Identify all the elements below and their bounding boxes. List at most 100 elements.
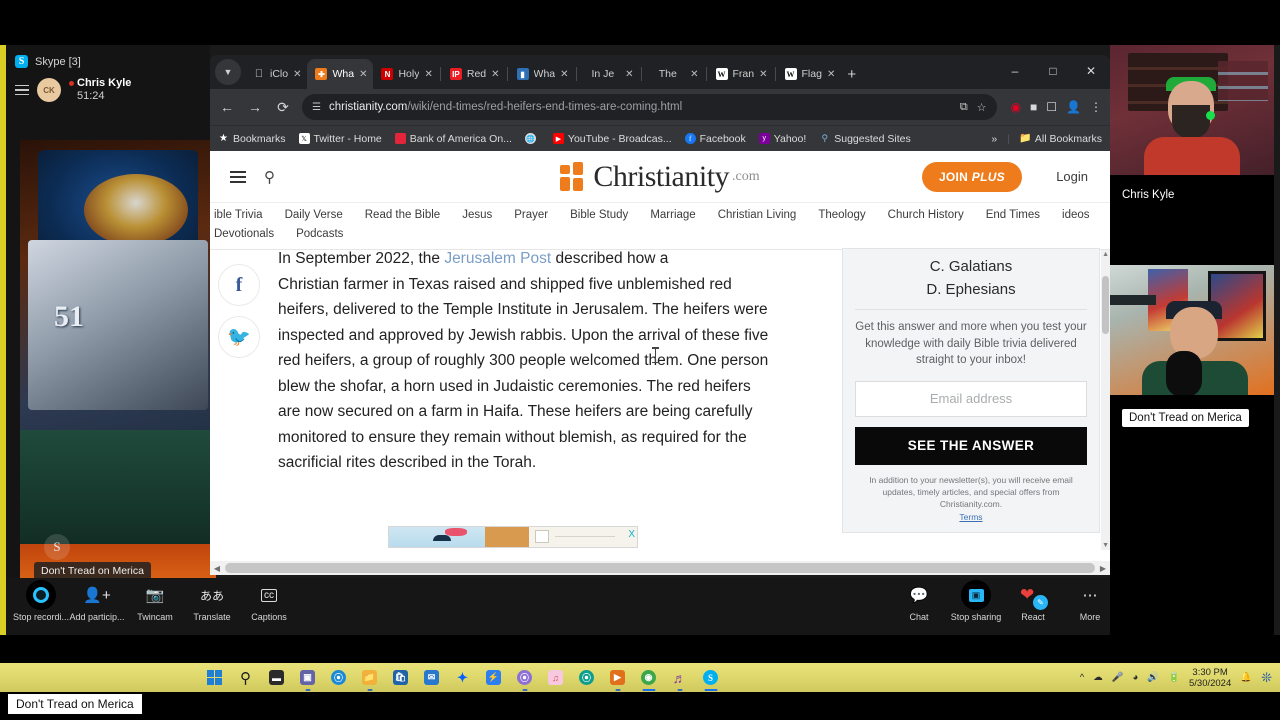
stop-sharing-button[interactable]: ▣ Stop sharing — [945, 580, 1007, 622]
close-icon[interactable]: ✕ — [625, 69, 633, 80]
stop-recording-button[interactable]: Stop recordi... — [10, 580, 72, 622]
site-nav-item[interactable]: Jesus — [462, 206, 492, 225]
page-vertical-scrollbar[interactable]: ▲ ▼ — [1101, 250, 1110, 550]
minimize-button[interactable]: – — [996, 55, 1034, 87]
chat-button[interactable]: 💬 Chat — [888, 580, 950, 622]
terms-link[interactable]: Terms — [855, 512, 1087, 522]
new-tab-button[interactable]: + — [847, 66, 856, 83]
extension-icon[interactable]: ■ — [1030, 100, 1037, 114]
close-icon[interactable]: ✕ — [827, 69, 835, 80]
site-nav-item[interactable]: Devotionals — [214, 225, 274, 244]
bell-icon[interactable]: 🔔 — [1240, 672, 1252, 683]
site-nav-item[interactable]: Read the Bible — [365, 206, 440, 225]
media-player-icon[interactable]: ▶ — [602, 663, 633, 692]
bookmark-globe[interactable]: 🌐 — [524, 133, 540, 144]
captions-button[interactable]: cc Captions — [238, 580, 300, 622]
all-bookmarks-button[interactable]: 📁 All Bookmarks — [1019, 133, 1102, 145]
bookmarks-overflow-button[interactable]: » — [991, 133, 997, 145]
menu-icon[interactable] — [15, 84, 29, 96]
tab-fran[interactable]: W Fran ✕ — [708, 59, 774, 89]
site-search-icon[interactable]: ⚲ — [264, 168, 275, 186]
close-icon[interactable]: ✕ — [424, 69, 432, 80]
login-link[interactable]: Login — [1056, 169, 1088, 184]
chevron-up-icon[interactable]: ^ — [1080, 672, 1084, 683]
jerusalem-post-link[interactable]: Jerusalem Post — [444, 250, 551, 267]
pinterest-icon[interactable]: ◉ — [1011, 100, 1021, 114]
chrome-icon[interactable]: ◉ — [633, 663, 664, 692]
onedrive-icon[interactable]: ☁ — [1093, 672, 1103, 683]
site-nav-item[interactable]: ible Trivia — [214, 206, 263, 225]
site-nav-item[interactable]: Christian Living — [718, 206, 797, 225]
shareit-icon[interactable]: ⚡ — [478, 663, 509, 692]
profile-avatar-icon[interactable]: 👤 — [1066, 100, 1081, 114]
windows-start-icon[interactable] — [199, 663, 230, 692]
reload-icon[interactable]: ⟳ — [274, 99, 292, 116]
skype-user-row[interactable]: CK Chris Kyle 51:24 — [6, 71, 210, 109]
address-bar[interactable]: ☰ christianity.com/wiki/end-times/red-he… — [302, 94, 997, 120]
itunes-icon[interactable]: ♫ — [540, 663, 571, 692]
site-nav-item[interactable]: Church History — [888, 206, 964, 225]
ad-banner[interactable]: X — [388, 526, 638, 548]
mail-icon[interactable]: ✉ — [416, 663, 447, 692]
bookmark-youtube[interactable]: ▶ YouTube - Broadcas... — [552, 133, 672, 145]
more-button[interactable]: ⋯ More — [1059, 580, 1121, 622]
close-icon[interactable]: ✕ — [690, 69, 698, 80]
bookmark-suggested-sites[interactable]: ⚲ Suggested Sites — [819, 133, 910, 145]
battery-icon[interactable]: 🔋 — [1168, 672, 1180, 683]
tab-holy[interactable]: N Holy ✕ — [373, 59, 438, 89]
tab-flag[interactable]: W Flag ✕ — [777, 59, 842, 89]
dropbox-icon[interactable]: ✦ — [447, 663, 478, 692]
close-icon[interactable]: ✕ — [759, 69, 767, 80]
edge-icon[interactable]: ⦿ — [323, 663, 354, 692]
store-icon[interactable]: 🛍 — [385, 663, 416, 692]
task-view-icon[interactable]: ▬ — [261, 663, 292, 692]
share-icon[interactable]: ⧉ — [960, 101, 968, 114]
ad-close-icon[interactable]: X — [628, 529, 635, 540]
bookmark-bofa[interactable]: Bank of America On... — [394, 133, 512, 145]
teams-icon[interactable]: ▣ — [292, 663, 323, 692]
back-icon[interactable]: ← — [218, 99, 236, 115]
react-button[interactable]: ❤ ✎ React — [1002, 580, 1064, 622]
translate-button[interactable]: ああ Translate — [181, 580, 243, 623]
tab-search-chevron-down-icon[interactable]: ▼ — [215, 59, 241, 85]
maximize-button[interactable]: □ — [1034, 55, 1072, 87]
facebook-share-icon[interactable]: f — [218, 264, 260, 306]
bookmark-bookmarks[interactable]: ★ Bookmarks — [218, 133, 286, 145]
tab-red[interactable]: IP Red ✕ — [442, 59, 506, 89]
vertical-scroll-thumb[interactable] — [1102, 276, 1109, 334]
quiz-option-c[interactable]: C. Galatians — [855, 255, 1087, 278]
taskbar-clock[interactable]: 3:30 PM 5/30/2024 — [1189, 667, 1231, 689]
extensions-puzzle-icon[interactable]: ☐ — [1046, 100, 1057, 114]
page-horizontal-scrollbar[interactable]: ◀ ▶ — [210, 561, 1110, 575]
twincam-button[interactable]: 📷 Twincam — [124, 580, 186, 622]
participant-tile-2[interactable]: Don't Tread on Merica — [1110, 265, 1274, 427]
tab-wha[interactable]: ▮ Wha ✕ — [509, 59, 575, 89]
bookmark-facebook[interactable]: f Facebook — [684, 133, 746, 145]
site-nav-item[interactable]: Podcasts — [296, 225, 343, 244]
scroll-down-icon[interactable]: ▼ — [1102, 542, 1109, 549]
volume-icon[interactable]: 🔊 — [1147, 672, 1159, 683]
wifi-icon[interactable]: ◕ — [1133, 672, 1139, 683]
close-window-button[interactable]: ✕ — [1072, 55, 1110, 87]
forward-icon[interactable]: → — [246, 99, 264, 115]
main-video-feed[interactable]: 51 S Don't Tread on Merica — [20, 140, 216, 590]
site-menu-icon[interactable] — [230, 170, 246, 183]
skype-icon[interactable]: S — [695, 663, 726, 692]
scroll-left-icon[interactable]: ◀ — [210, 564, 224, 573]
quiz-option-d[interactable]: D. Ephesians — [855, 278, 1087, 301]
site-nav-item[interactable]: Theology — [818, 206, 865, 225]
headphones-icon[interactable]: ♬ — [664, 663, 695, 692]
scroll-right-icon[interactable]: ▶ — [1096, 564, 1110, 573]
search-icon[interactable]: ⚲ — [230, 663, 261, 692]
site-nav-item[interactable]: Prayer — [514, 206, 548, 225]
site-nav-item[interactable]: End Times — [986, 206, 1040, 225]
avatar[interactable]: CK — [37, 78, 75, 102]
site-nav-item[interactable]: Daily Verse — [285, 206, 343, 225]
tab-in-je[interactable]: In Je ✕ — [578, 59, 640, 89]
close-icon[interactable]: ✕ — [560, 69, 568, 80]
add-participant-button[interactable]: 👤+ Add particip... — [66, 580, 128, 622]
twitter-share-icon[interactable]: 🐦 — [218, 316, 260, 358]
site-nav-item[interactable]: Marriage — [650, 206, 695, 225]
email-field[interactable]: Email address — [855, 380, 1087, 417]
tab-the[interactable]: The ✕ — [643, 59, 705, 89]
